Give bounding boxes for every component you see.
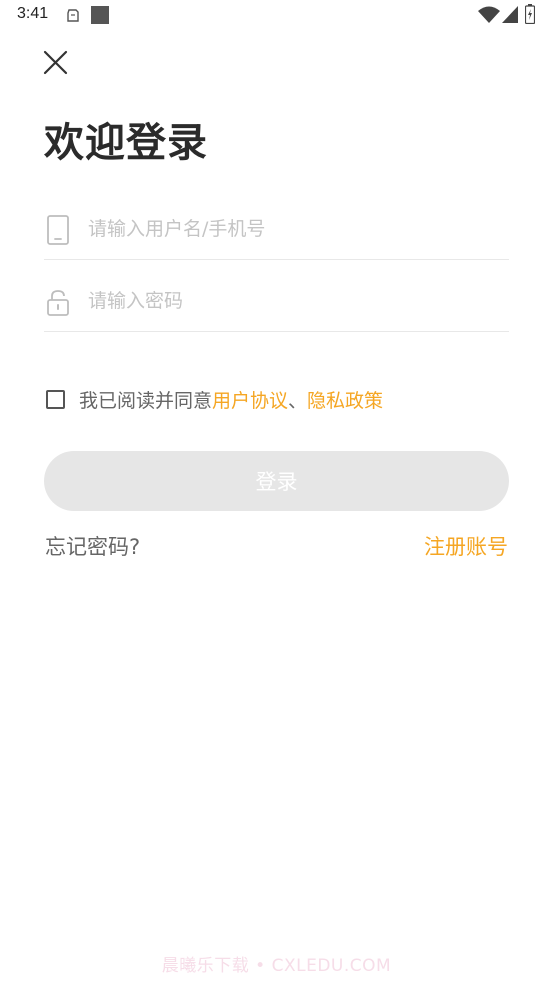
square-notification-icon — [91, 6, 109, 24]
battery-icon — [525, 4, 535, 24]
privacy-policy-link[interactable]: 隐私政策 — [307, 390, 383, 412]
watermark: 晨曦乐下载 • CXLEDU.COM — [161, 956, 392, 976]
agreement-prefix: 我已阅读并同意 — [79, 389, 213, 412]
clipboard-icon — [67, 9, 79, 22]
agreement-text: 我已阅读并同意用户协议、隐私政策 — [79, 386, 383, 413]
phone-icon — [47, 215, 69, 245]
username-field — [44, 200, 509, 260]
agreement-row: 我已阅读并同意用户协议、隐私政策 — [44, 384, 383, 414]
forgot-password-link[interactable]: 忘记密码? — [45, 531, 140, 561]
page-title: 欢迎登录 — [44, 120, 208, 166]
status-bar: 3:41 — [0, 0, 553, 30]
lock-icon — [47, 290, 69, 316]
password-input[interactable] — [88, 272, 508, 330]
password-field — [44, 272, 509, 332]
agreement-separator: 、 — [288, 389, 308, 412]
wifi-icon — [478, 6, 500, 23]
username-input[interactable] — [88, 200, 508, 258]
user-agreement-link[interactable]: 用户协议 — [212, 390, 288, 412]
agreement-checkbox[interactable] — [46, 389, 65, 409]
register-link[interactable]: 注册账号 — [424, 531, 508, 561]
close-icon — [43, 50, 68, 75]
login-button[interactable]: 登录 — [44, 451, 509, 511]
close-button[interactable] — [40, 48, 72, 78]
signal-icon — [502, 6, 518, 23]
status-time: 3:41 — [17, 5, 49, 22]
